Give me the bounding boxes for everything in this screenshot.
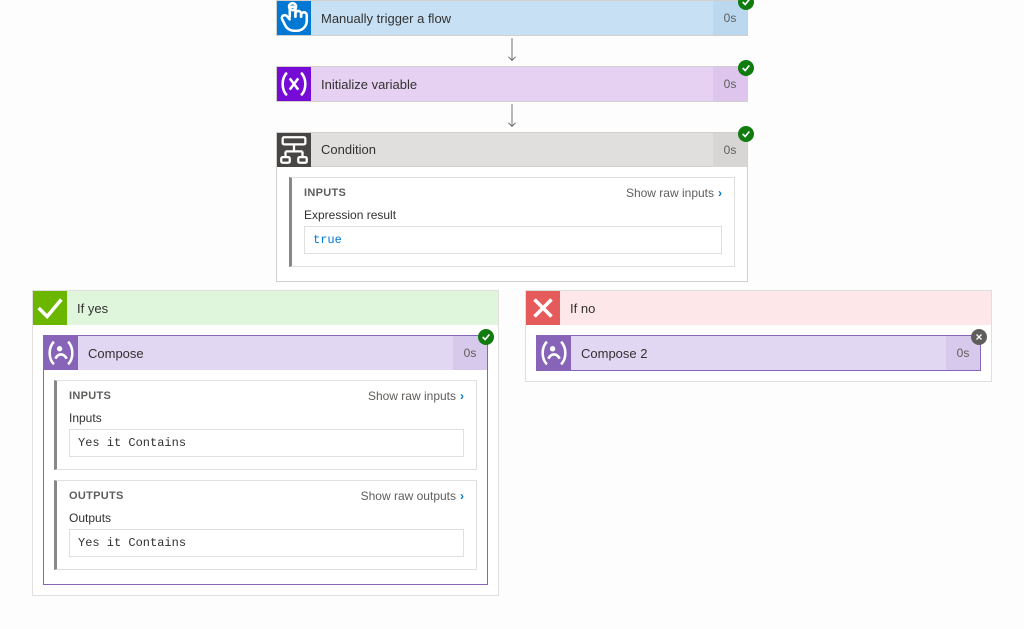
skipped-badge-icon [971, 329, 987, 345]
touch-icon [277, 1, 311, 35]
compose-icon [537, 336, 571, 370]
trigger-card[interactable]: Manually trigger a flow 0s [276, 0, 748, 36]
variable-icon [277, 67, 311, 101]
compose-outputs-section: OUTPUTS Show raw outputs › Outputs Yes i… [54, 480, 477, 570]
success-badge-icon [738, 126, 754, 142]
compose-card[interactable]: Compose 0s INPUTS Show raw inputs [43, 335, 488, 585]
trigger-title: Manually trigger a flow [311, 11, 713, 26]
compose-outputs-value: Yes it Contains [69, 529, 464, 557]
compose-inputs-label: Inputs [69, 411, 464, 425]
compose-inputs-value: Yes it Contains [69, 429, 464, 457]
success-badge-icon [738, 0, 754, 10]
compose-outputs-label: Outputs [69, 511, 464, 525]
if-yes-panel: If yes Compose 0s [32, 290, 499, 596]
condition-inputs-section: INPUTS Show raw inputs › Expression resu… [289, 177, 735, 267]
if-no-panel: If no Compose 2 0s [525, 290, 992, 382]
arrow-down-icon [505, 36, 519, 66]
init-variable-card[interactable]: Initialize variable 0s [276, 66, 748, 102]
condition-title: Condition [311, 142, 713, 157]
success-badge-icon [478, 329, 494, 345]
if-no-title: If no [560, 301, 991, 316]
expression-result-label: Expression result [304, 208, 722, 222]
show-raw-inputs-link[interactable]: Show raw inputs › [626, 186, 722, 200]
arrow-down-icon [505, 102, 519, 132]
if-no-header[interactable]: If no [526, 291, 991, 325]
compose-icon [44, 336, 78, 370]
chevron-right-icon: › [460, 389, 464, 403]
x-icon [526, 291, 560, 325]
expression-result-value: true [304, 226, 722, 254]
chevron-right-icon: › [460, 489, 464, 503]
compose-title: Compose [78, 346, 453, 361]
compose-inputs-section: INPUTS Show raw inputs › Inputs Yes it C… [54, 380, 477, 470]
compose-2-title: Compose 2 [571, 346, 946, 361]
if-yes-header[interactable]: If yes [33, 291, 498, 325]
chevron-right-icon: › [718, 186, 722, 200]
outputs-section-title: OUTPUTS [69, 490, 124, 502]
condition-icon [277, 133, 311, 167]
check-icon [33, 291, 67, 325]
show-raw-inputs-link[interactable]: Show raw inputs › [368, 389, 464, 403]
success-badge-icon [738, 60, 754, 76]
inputs-section-title: INPUTS [304, 187, 346, 199]
inputs-section-title: INPUTS [69, 390, 111, 402]
compose-2-card[interactable]: Compose 2 0s [536, 335, 981, 371]
show-raw-outputs-link[interactable]: Show raw outputs › [361, 489, 464, 503]
initvar-title: Initialize variable [311, 77, 713, 92]
if-yes-title: If yes [67, 301, 498, 316]
condition-card[interactable]: Condition 0s INPUTS Show raw inputs › Ex… [276, 132, 748, 282]
